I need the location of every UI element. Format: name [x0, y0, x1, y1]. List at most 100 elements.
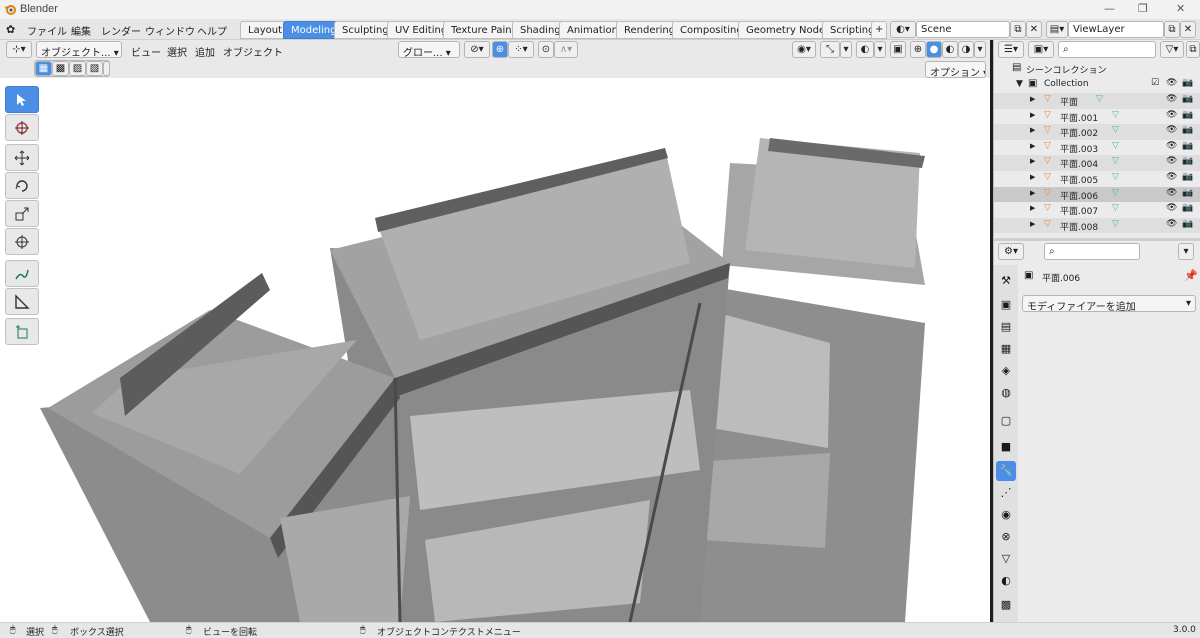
menu-file[interactable]: ファイル	[27, 23, 67, 38]
data-properties-icon[interactable]: ▽	[996, 549, 1016, 569]
scale-tool[interactable]	[5, 200, 39, 227]
render-properties-icon[interactable]: ▣	[996, 295, 1016, 315]
overlay-icon[interactable]: ◐	[856, 41, 874, 58]
outliner-object-row[interactable]: ▶ ▽ 平面.002 ▽ 👁 📷	[994, 124, 1200, 140]
menu-select[interactable]: 選択	[167, 44, 187, 59]
object-visibility-icon[interactable]: 👁	[1166, 172, 1177, 182]
maximize-icon[interactable]: ❐	[1138, 2, 1148, 15]
collection-checkbox-icon[interactable]: ☑	[1151, 78, 1159, 88]
scene-selector-icon[interactable]: ◐▾	[890, 21, 916, 38]
object-render-icon[interactable]: 📷	[1182, 125, 1193, 135]
mode-selector[interactable]: オブジェクト... ▾	[36, 41, 122, 58]
object-visibility-icon[interactable]: 👁	[1166, 141, 1177, 151]
expand-object-icon[interactable]: ▶	[1030, 189, 1035, 197]
view-layer-name-field[interactable]: ViewLayer	[1068, 21, 1164, 38]
collection-visibility-icon[interactable]: 👁	[1166, 78, 1177, 88]
expand-object-icon[interactable]: ▶	[1030, 142, 1035, 150]
move-tool[interactable]	[5, 144, 39, 171]
pivot-point-icon[interactable]: ⊘▾	[464, 41, 490, 58]
outliner-object-row[interactable]: ▶ ▽ 平面.005 ▽ 👁 📷	[994, 171, 1200, 187]
object-render-icon[interactable]: 📷	[1182, 156, 1193, 166]
outliner-object-row[interactable]: ▶ ▽ 平面.007 ▽ 👁 📷	[994, 202, 1200, 218]
transform-tool[interactable]	[5, 228, 39, 255]
minimize-icon[interactable]: —	[1104, 2, 1115, 15]
modifier-properties-icon[interactable]: 🔧	[996, 461, 1016, 481]
select-subtract-icon[interactable]: ▨	[69, 61, 86, 76]
shading-dropdown-icon[interactable]: ▾	[974, 41, 986, 58]
object-visibility-icon[interactable]: 👁	[1166, 94, 1177, 104]
rotate-tool[interactable]	[5, 172, 39, 199]
pin-icon[interactable]: 📌	[1184, 269, 1198, 282]
material-shading-icon[interactable]: ◐	[942, 41, 958, 58]
menu-edit[interactable]: 編集	[71, 23, 91, 38]
menu-object[interactable]: オブジェクト	[223, 44, 283, 59]
add-workspace-button[interactable]: +	[871, 21, 888, 39]
properties-editor-type-icon[interactable]: ⚙▾	[998, 243, 1024, 260]
menu-add[interactable]: 追加	[195, 44, 215, 59]
object-visibility-icon[interactable]: 👁	[1166, 219, 1177, 229]
mesh-data-icon[interactable]: ▽	[1112, 156, 1119, 166]
view-layer-selector-icon[interactable]: ▤▾	[1046, 21, 1068, 38]
object-render-icon[interactable]: 📷	[1182, 94, 1193, 104]
proportional-falloff-icon[interactable]: ∧▾	[554, 41, 578, 58]
delete-scene-icon[interactable]: ✕	[1026, 21, 1042, 38]
scene-collection-row[interactable]: ▤ シーンコレクション	[994, 61, 1200, 77]
visibility-icon[interactable]: ◉▾	[792, 41, 816, 58]
mesh-data-icon[interactable]: ▽	[1112, 141, 1119, 151]
editor-type-icon[interactable]: ⊹▾	[6, 41, 32, 58]
measure-tool[interactable]	[5, 288, 39, 315]
texture-properties-icon[interactable]: ▩	[996, 595, 1016, 615]
outliner-object-row[interactable]: ▶ ▽ 平面.006 ▽ 👁 📷	[994, 186, 1200, 203]
expand-object-icon[interactable]: ▶	[1030, 157, 1035, 165]
scene-properties-icon[interactable]: ◈	[996, 361, 1016, 381]
object-visibility-icon[interactable]: 👁	[1166, 203, 1177, 213]
mesh-data-icon[interactable]: ▽	[1112, 110, 1119, 120]
outliner-object-row[interactable]: ▶ ▽ 平面.001 ▽ 👁 📷	[994, 109, 1200, 125]
mesh-data-icon[interactable]: ▽	[1096, 94, 1103, 104]
object-render-icon[interactable]: 📷	[1182, 110, 1193, 120]
expand-collection-icon[interactable]: ▼	[1016, 79, 1023, 89]
object-visibility-icon[interactable]: 👁	[1166, 188, 1177, 198]
menu-view[interactable]: ビュー	[131, 44, 161, 59]
object-render-icon[interactable]: 📷	[1182, 203, 1193, 213]
object-render-icon[interactable]: 📷	[1182, 188, 1193, 198]
expand-object-icon[interactable]: ▶	[1030, 111, 1035, 119]
cursor-tool[interactable]	[5, 114, 39, 141]
snap-icon[interactable]: ⊕	[492, 41, 508, 58]
collection-row[interactable]: ▼ ▣ Collection ☑ 👁 📷	[994, 77, 1200, 93]
expand-object-icon[interactable]: ▶	[1030, 204, 1035, 212]
collection-properties-icon[interactable]: ▢	[996, 411, 1016, 431]
wireframe-shading-icon[interactable]: ⊕	[910, 41, 926, 58]
3d-viewport[interactable]: ⊹▾ オブジェクト... ▾ ビュー 選択 追加 オブジェクト グロー... ▾…	[0, 40, 990, 622]
particles-properties-icon[interactable]: ⋰	[996, 483, 1016, 503]
object-render-icon[interactable]: 📷	[1182, 172, 1193, 182]
close-icon[interactable]: ✕	[1176, 2, 1185, 15]
gizmo-icon[interactable]: ⤡	[820, 41, 840, 58]
select-new-icon[interactable]: ▦	[35, 61, 52, 76]
annotate-tool[interactable]	[5, 260, 39, 287]
proportional-edit-icon[interactable]: ⊙	[538, 41, 554, 58]
outliner-object-row[interactable]: ▶ ▽ 平面.008 ▽ 👁 📷	[994, 217, 1200, 234]
transform-orientation-selector[interactable]: グロー... ▾	[398, 41, 460, 58]
properties-options-icon[interactable]: ▾	[1178, 243, 1194, 260]
options-dropdown[interactable]: オプション ▾	[925, 61, 986, 78]
mesh-data-icon[interactable]: ▽	[1112, 172, 1119, 182]
add-cube-tool[interactable]	[5, 318, 39, 345]
expand-object-icon[interactable]: ▶	[1030, 126, 1035, 134]
rendered-shading-icon[interactable]: ◑	[958, 41, 974, 58]
object-properties-icon[interactable]: ■	[996, 437, 1016, 457]
solid-shading-icon[interactable]: ●	[926, 41, 942, 58]
mesh-data-icon[interactable]: ▽	[1112, 125, 1119, 135]
display-mode-icon[interactable]: ▣▾	[1028, 41, 1054, 58]
object-visibility-icon[interactable]: 👁	[1166, 156, 1177, 166]
mesh-data-icon[interactable]: ▽	[1112, 203, 1119, 213]
xray-icon[interactable]: ▣	[890, 41, 906, 58]
object-visibility-icon[interactable]: 👁	[1166, 125, 1177, 135]
tool-properties-icon[interactable]: ⚒	[996, 271, 1016, 291]
add-modifier-dropdown[interactable]: モディファイアーを追加 ▾	[1022, 295, 1196, 312]
mesh-data-icon[interactable]: ▽	[1112, 188, 1119, 198]
expand-object-icon[interactable]: ▶	[1030, 95, 1035, 103]
output-properties-icon[interactable]: ▤	[996, 317, 1016, 337]
snap-target-icon[interactable]: ⁘▾	[508, 41, 534, 58]
select-intersect-icon[interactable]	[103, 61, 110, 76]
